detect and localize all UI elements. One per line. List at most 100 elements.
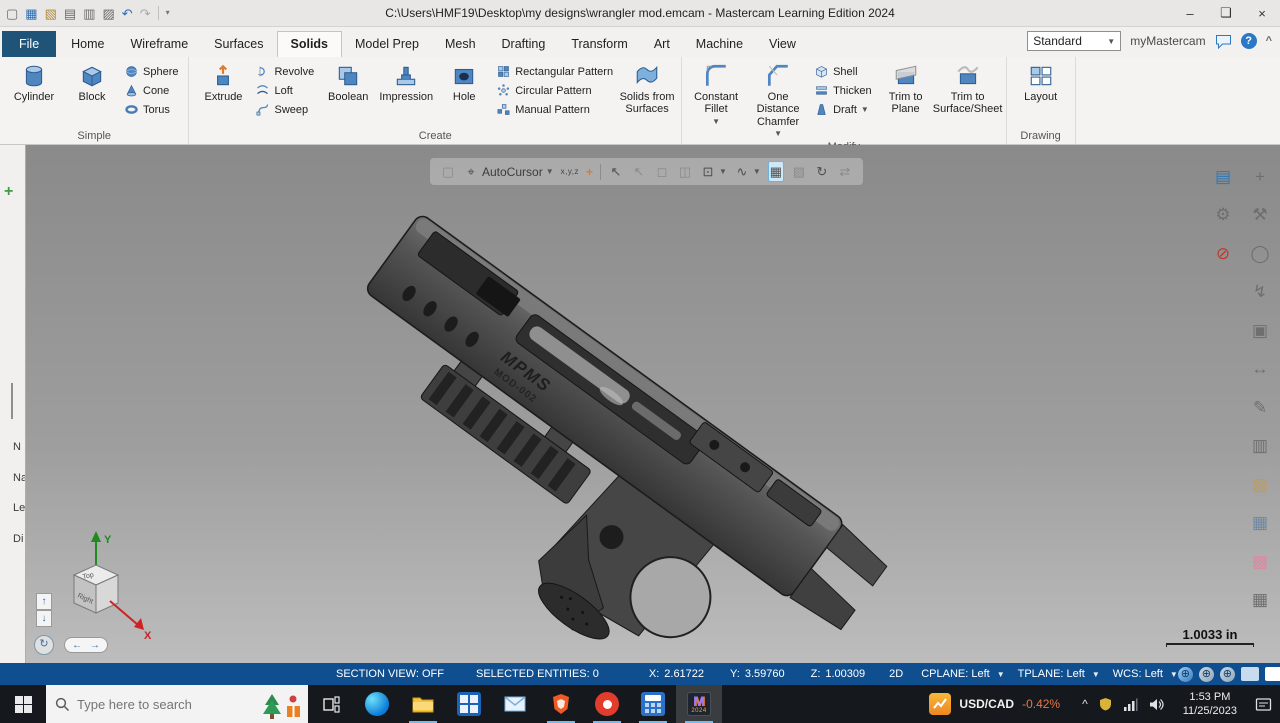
hole-button[interactable]: Hole [435,59,493,105]
chain-select-dropdown[interactable]: ∿ ▼ [734,162,761,181]
panel-grip-handle[interactable] [11,383,13,419]
trim-to-surface-sheet-button[interactable]: Trim to Surface/Sheet [935,59,1001,118]
gview-globe-icon-1[interactable]: ⊕ [1178,667,1193,682]
speaker-icon[interactable] [1149,698,1164,711]
tab-solids[interactable]: Solids [277,31,343,57]
customize-toolbar-chevron-icon[interactable]: ▾ [166,9,170,17]
taskbar-app-brave[interactable] [538,685,584,723]
taskbar-app-calculator[interactable] [630,685,676,723]
block-button[interactable]: Block [63,59,121,105]
save-icon[interactable]: ▦ [25,7,37,20]
view-toggle-1[interactable] [1241,667,1259,681]
start-button[interactable] [0,685,46,723]
hatch-grid-icon[interactable]: ▦ [1249,591,1271,608]
select-arrow-icon[interactable]: ↖ [608,162,624,181]
expand-panel-plus-icon[interactable]: + [4,183,13,201]
autocursor-dropdown[interactable]: ⌖ AutoCursor ▼ [463,162,554,181]
blank-circle-icon[interactable]: ◯ [1249,245,1271,262]
network-icon[interactable] [1123,698,1138,711]
stock-display-icon[interactable]: ▥ [1249,437,1271,454]
tab-machine[interactable]: Machine [683,31,756,57]
taskbar-app-edge[interactable] [354,685,400,723]
boolean-button[interactable]: Boolean [319,59,377,105]
fast-point-icon[interactable]: + [586,165,593,179]
prev-view-arrow[interactable]: ← [72,640,82,651]
graphics-viewport[interactable]: N Na Le Di + ▢ ⌖ AutoCursor ▼ x,y,z + ↖ … [0,145,1280,663]
gview-globe-icon-2[interactable]: ⊕ [1199,667,1214,682]
loft-button[interactable]: Loft [252,81,319,100]
section-view-status[interactable]: SECTION VIEW: OFF [336,668,444,680]
tab-view[interactable]: View [756,31,809,57]
tab-model-prep[interactable]: Model Prep [342,31,432,57]
pan-icon[interactable]: ⇄ [837,162,853,181]
close-button[interactable]: × [1244,0,1280,26]
taskbar-app-explorer[interactable] [400,685,446,723]
taskbar-app-blue-window[interactable] [446,685,492,723]
taskbar-app-mail[interactable] [492,685,538,723]
layout-button[interactable]: Layout [1012,59,1070,105]
thicken-button[interactable]: Thicken [811,81,877,100]
sphere-button[interactable]: Sphere [121,62,183,81]
torus-button[interactable]: Torus [121,100,183,119]
solids-from-surfaces-button[interactable]: Solids from Surfaces [618,59,676,118]
taskbar-clock[interactable]: 1:53 PM 11/25/2023 [1174,690,1246,719]
help-icon[interactable]: ? [1241,33,1257,49]
collapsed-panel-strip[interactable]: N Na Le Di + [0,145,26,663]
config-icon[interactable]: ▨ [102,7,114,20]
tab-mesh[interactable]: Mesh [432,31,489,57]
wcs-selector[interactable]: WCS: Left ▼ [1113,668,1178,680]
3d-model[interactable]: MPMS MOD-002 [290,185,890,650]
collapse-ribbon-icon[interactable]: ^ [1266,35,1272,47]
shell-button[interactable]: Shell [811,62,877,81]
task-view-button[interactable] [308,685,354,723]
cone-button[interactable]: Cone [121,81,183,100]
new-file-icon[interactable]: ▢ [6,7,18,20]
extrude-button[interactable]: Extrude [194,59,252,105]
display-options-icon[interactable]: ▣ [1249,322,1271,339]
taskbar-app-red-browser[interactable] [584,685,630,723]
open-file-icon[interactable]: ▧ [45,7,57,20]
cylinder-button[interactable]: Cylinder [5,59,63,105]
mode-2d-toggle[interactable]: 2D [889,668,903,680]
measure-icon[interactable]: ↔ [1249,360,1271,377]
tab-transform[interactable]: Transform [558,31,641,57]
impression-button[interactable]: Impression [377,59,435,105]
repaint-icon[interactable]: ↻ [814,162,830,181]
translucency-icon[interactable]: ▨ [791,162,807,181]
mymastercam-link[interactable]: myMastercam [1130,34,1205,48]
tab-home[interactable]: Home [58,31,117,57]
quick-mask-icon[interactable]: ↯ [1249,283,1271,300]
hide-entities-icon[interactable]: ⊘ [1212,245,1234,262]
gview-globe-icon-3[interactable]: ⊕ [1220,667,1235,682]
cplane-selector[interactable]: CPLANE: Left ▼ [921,668,1004,680]
pager-up-button[interactable]: ↑ [36,593,52,610]
revolve-button[interactable]: Revolve [252,62,319,81]
material-cube-icon[interactable]: ▩ [1249,553,1271,570]
manual-pattern-button[interactable]: Manual Pattern [493,100,618,119]
one-distance-chamfer-button[interactable]: One Distance Chamfer ▼ [745,59,811,141]
tab-drafting[interactable]: Drafting [489,31,559,57]
tray-expand-chevron-icon[interactable]: ^ [1082,698,1088,710]
tab-wireframe[interactable]: Wireframe [118,31,202,57]
select-solids-toggle[interactable]: ▦ [768,161,784,182]
maximize-button[interactable]: ❏ [1208,0,1244,26]
tab-surfaces[interactable]: Surfaces [201,31,276,57]
window-select-dropdown[interactable]: ⊡ ▼ [700,162,727,181]
xyz-entry-icon[interactable]: x,y,z [561,167,579,176]
tab-file[interactable]: File [2,31,56,57]
style-combo[interactable]: Standard ▼ [1027,31,1121,51]
security-shield-icon[interactable] [1099,697,1112,711]
minimize-button[interactable]: – [1172,0,1208,26]
view-toggle-2[interactable] [1265,667,1280,681]
gview-cube-icon[interactable]: ▢ [440,162,456,181]
end-selection-icon[interactable]: ◻ [654,162,670,181]
next-view-arrow[interactable]: → [90,640,100,651]
open-folder-icon[interactable]: ▧ [1249,476,1271,493]
tab-art[interactable]: Art [641,31,683,57]
print-icon[interactable]: ▤ [64,7,76,20]
taskbar-app-mastercam[interactable]: M 2024 [676,685,722,723]
undo-icon[interactable]: ↶ [122,7,133,20]
options-gear-icon[interactable]: ⚙ [1212,206,1234,223]
circular-pattern-button[interactable]: Circular Pattern [493,81,618,100]
levels-manager-icon[interactable]: ▤ [1212,168,1234,185]
